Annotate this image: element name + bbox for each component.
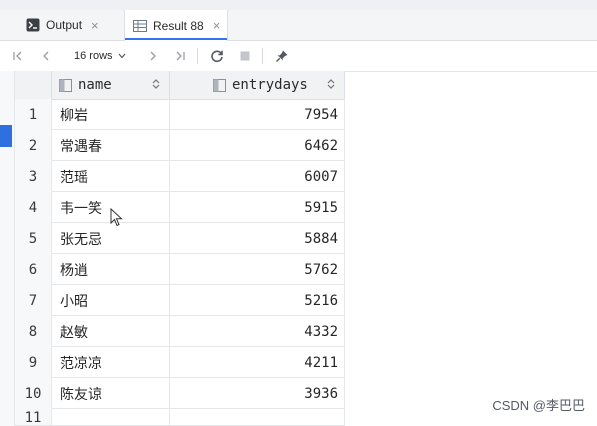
watermark: CSDN @李巴巴 [492, 398, 585, 413]
name-cell[interactable]: 小昭 [52, 285, 170, 316]
table-row[interactable]: 4 韦一笑 5915 [15, 192, 345, 223]
name-cell[interactable]: 常遇春 [52, 130, 170, 161]
row-number: 10 [15, 378, 52, 409]
entrydays-cell[interactable]: 5915 [170, 192, 345, 223]
name-cell[interactable]: 柳岩 [52, 99, 170, 130]
table-icon [133, 19, 147, 33]
name-cell[interactable]: 杨逍 [52, 254, 170, 285]
first-page-icon[interactable] [8, 46, 28, 66]
close-icon[interactable]: × [213, 18, 221, 33]
grid-header: name entrydays [15, 71, 345, 100]
entrydays-cell[interactable]: 5216 [170, 285, 345, 316]
column-icon [213, 78, 226, 92]
row-number: 1 [15, 99, 52, 130]
table-row[interactable]: 9 范凉凉 4211 [15, 347, 345, 378]
pin-icon[interactable] [272, 46, 292, 66]
entrydays-cell[interactable]: 3936 [170, 378, 345, 409]
row-number: 2 [15, 130, 52, 161]
chevron-down-icon [118, 51, 126, 61]
row-number: 11 [15, 409, 52, 425]
refresh-icon[interactable] [207, 46, 227, 66]
tab-result[interactable]: Result 88 × [124, 10, 228, 41]
column-icon [59, 78, 72, 92]
row-number: 4 [15, 192, 52, 223]
row-number: 8 [15, 316, 52, 347]
entrydays-cell[interactable]: 5884 [170, 223, 345, 254]
column-header-entrydays-label: entrydays [232, 77, 308, 93]
mouse-cursor-icon [110, 207, 124, 228]
top-strip [0, 0, 597, 10]
table-row[interactable]: 10 陈友谅 3936 [15, 378, 345, 409]
sort-icon[interactable] [152, 78, 160, 91]
name-cell[interactable]: 范凉凉 [52, 347, 170, 378]
tab-result-label: Result 88 [153, 18, 204, 33]
name-cell[interactable]: 赵敏 [52, 316, 170, 347]
tab-output-label: Output [46, 18, 83, 32]
toolbar-divider [197, 48, 198, 64]
entrydays-cell[interactable]: 4211 [170, 347, 345, 378]
close-icon[interactable]: × [91, 18, 99, 33]
entrydays-cell[interactable]: 4332 [170, 316, 345, 347]
prev-page-icon[interactable] [36, 46, 56, 66]
entrydays-cell[interactable]: 6462 [170, 130, 345, 161]
column-header-name-label: name [78, 77, 112, 93]
selection-marker [0, 125, 12, 147]
table-row[interactable]: 5 张无忌 5884 [15, 223, 345, 254]
table-row[interactable]: 8 赵敏 4332 [15, 316, 345, 347]
name-cell[interactable]: 陈友谅 [52, 378, 170, 409]
name-cell[interactable] [52, 409, 170, 425]
entrydays-cell[interactable]: 5762 [170, 254, 345, 285]
name-cell[interactable]: 范瑶 [52, 161, 170, 192]
row-number: 9 [15, 347, 52, 378]
toolbar-divider [262, 48, 263, 64]
row-number: 7 [15, 285, 52, 316]
column-header-entrydays[interactable]: entrydays [170, 71, 345, 99]
next-page-icon[interactable] [143, 46, 163, 66]
result-toolbar: 16 rows [0, 41, 597, 72]
entrydays-cell[interactable]: 7954 [170, 99, 345, 130]
table-row[interactable]: 7 小昭 5216 [15, 285, 345, 316]
console-icon [26, 18, 40, 32]
column-header-name[interactable]: name [52, 71, 170, 99]
entrydays-cell[interactable]: 6007 [170, 161, 345, 192]
tab-bar: Output × Result 88 × [0, 10, 597, 41]
table-row[interactable]: 11 [15, 409, 345, 426]
row-number: 5 [15, 223, 52, 254]
table-row[interactable]: 1 柳岩 7954 [15, 99, 345, 130]
tab-output[interactable]: Output × [26, 10, 124, 40]
entrydays-cell[interactable] [170, 409, 345, 425]
row-number: 3 [15, 161, 52, 192]
stop-icon[interactable] [235, 46, 255, 66]
table-row[interactable]: 6 杨逍 5762 [15, 254, 345, 285]
table-row[interactable]: 2 常遇春 6462 [15, 130, 345, 161]
rows-dropdown[interactable]: 16 rows [74, 48, 126, 64]
rows-count: 16 rows [74, 50, 113, 62]
last-page-icon[interactable] [170, 46, 190, 66]
table-row[interactable]: 3 范瑶 6007 [15, 161, 345, 192]
row-number-header [15, 71, 52, 99]
sort-icon[interactable] [327, 78, 335, 91]
row-number: 6 [15, 254, 52, 285]
